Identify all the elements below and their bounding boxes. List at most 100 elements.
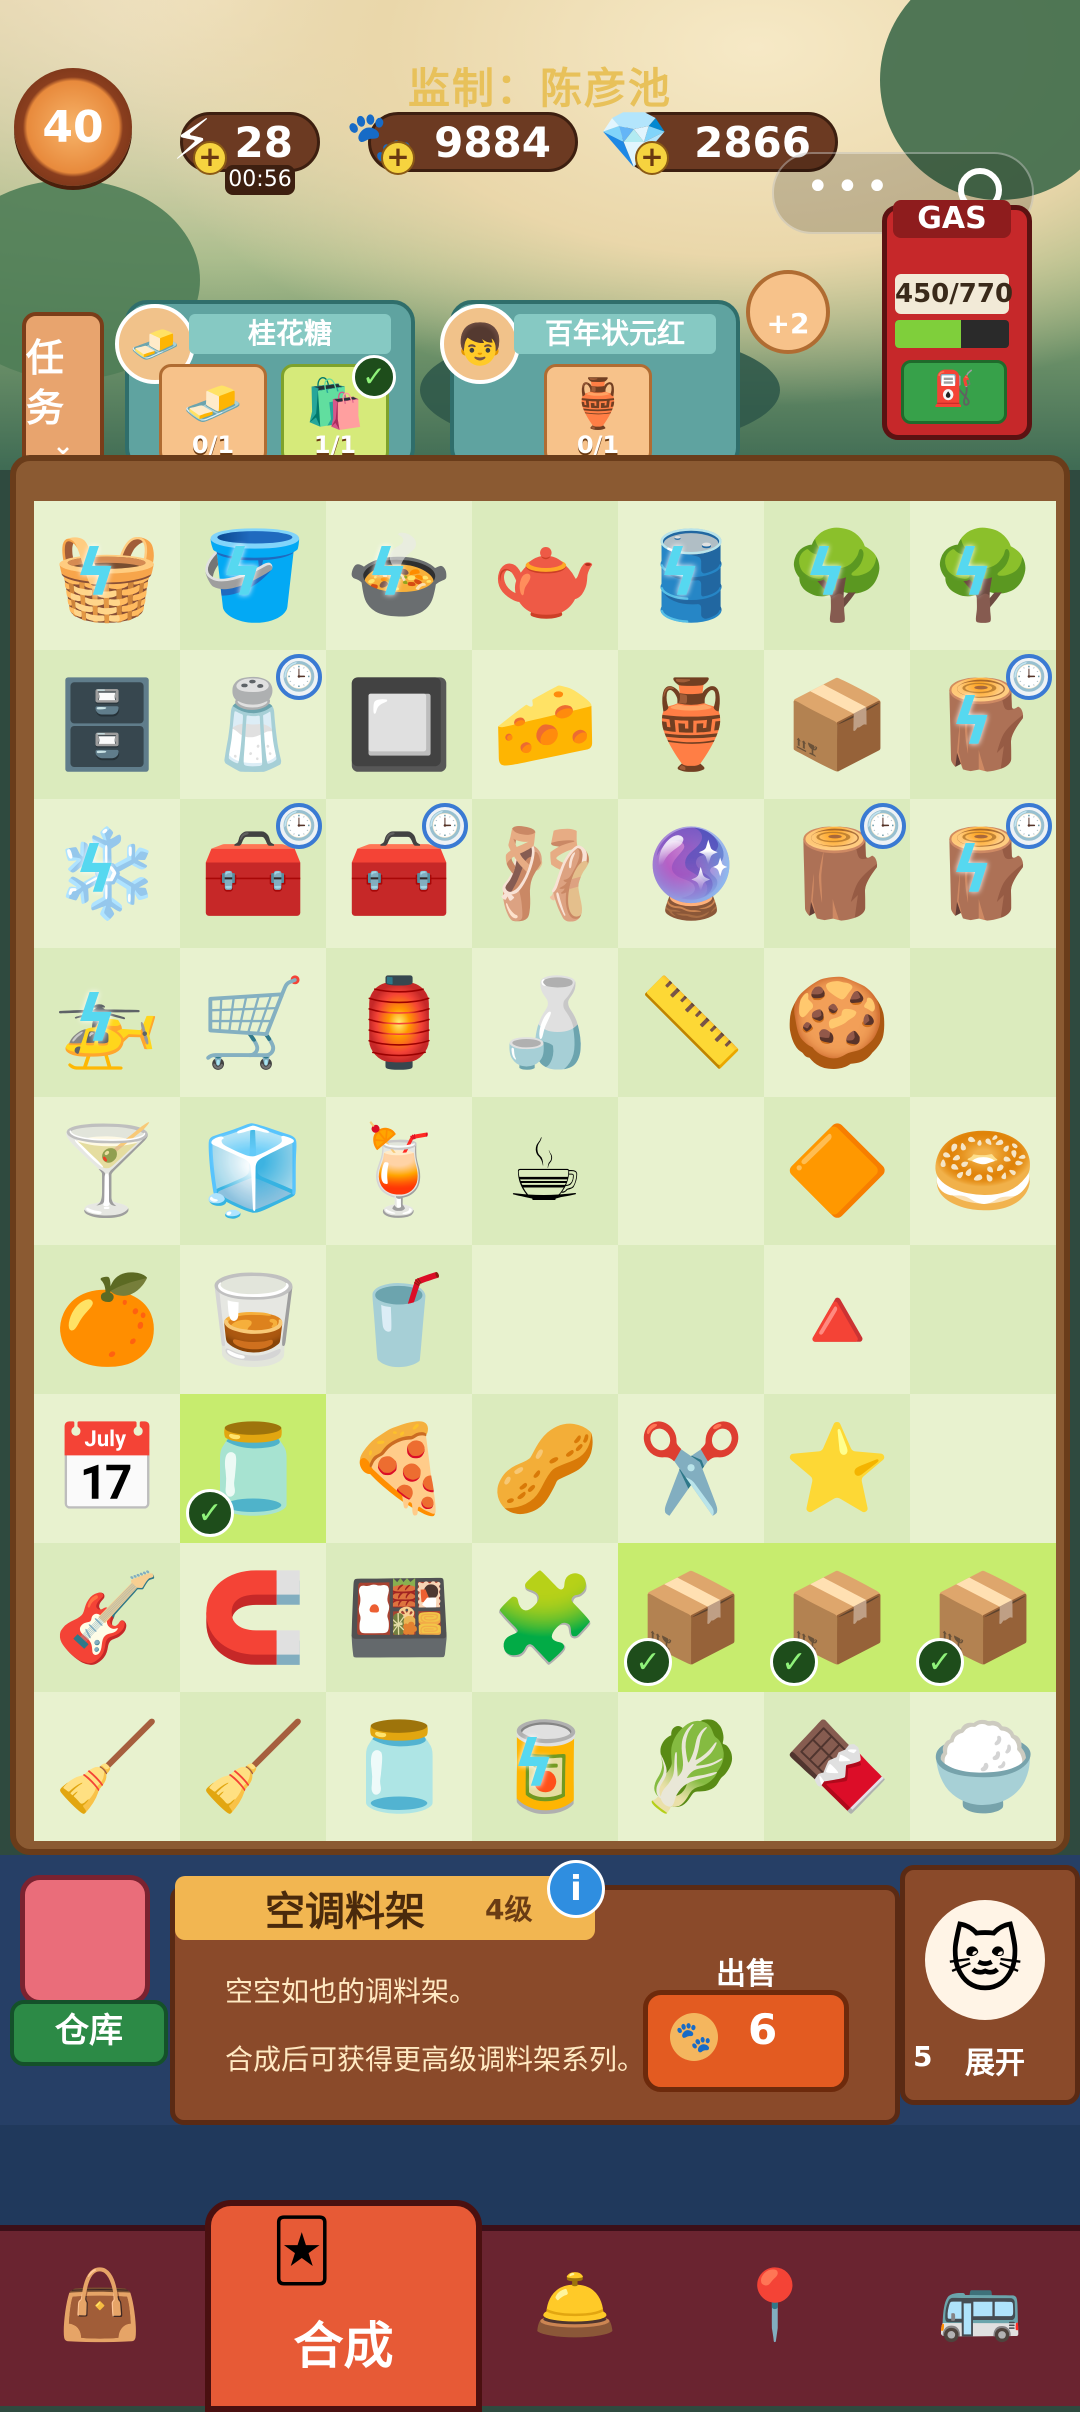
board-cell[interactable]: 🚁 ϟ (34, 947, 180, 1097)
cat-bag-icon[interactable]: 👜 (40, 2245, 160, 2365)
board-item[interactable]: 🧹 (199, 1716, 306, 1817)
board-cell[interactable] (618, 1097, 764, 1246)
board-item[interactable]: 🏺 (637, 674, 744, 775)
board-cell[interactable]: 🪵 ϟ 🕒 (910, 799, 1056, 948)
board-cell[interactable]: ❄️ ϟ (34, 799, 180, 948)
board-item[interactable]: 🎸 (53, 1567, 160, 1668)
board-item[interactable]: 🫖 (491, 525, 598, 626)
board-cell[interactable]: 🍪 (764, 948, 910, 1097)
board-item[interactable]: 🫙 (345, 1716, 452, 1817)
order-slot[interactable]: 🏺 0/1 (544, 364, 652, 464)
board-item[interactable]: 🥃 (199, 1269, 306, 1370)
board-cell[interactable]: 🥫 ϟ (472, 1692, 618, 1841)
lucky-cat-panel[interactable]: 🐱 5 展开 (900, 1865, 1080, 2105)
board-cell[interactable]: 🏮 (326, 947, 472, 1097)
board-item[interactable]: 🔺 (783, 1269, 890, 1370)
board-item[interactable]: 🧹 (53, 1716, 160, 1817)
board-cell[interactable]: 🥬 (618, 1692, 764, 1841)
board-cell[interactable]: ⭐ (764, 1394, 910, 1544)
board-cell[interactable]: 📅 (34, 1394, 180, 1543)
board-cell[interactable]: 🍹 (326, 1097, 472, 1246)
board-cell[interactable] (910, 1245, 1056, 1395)
board-item[interactable]: 🔲 (345, 674, 452, 775)
board-cell[interactable] (910, 1394, 1056, 1543)
board-item[interactable]: 🥬 (637, 1716, 744, 1817)
service-bell-icon[interactable]: 🛎️ (515, 2245, 635, 2365)
board-item[interactable]: 🥤 (345, 1269, 452, 1370)
order-slot[interactable]: 🧈 0/1 (159, 364, 267, 464)
board-cell[interactable]: 🧀 (472, 650, 618, 799)
nav-tab-merge[interactable]: 🃏 合成 (205, 2200, 482, 2412)
more-icon[interactable]: ••• (806, 164, 895, 210)
board-cell[interactable]: 🍶 (472, 948, 618, 1097)
board-cell[interactable] (910, 947, 1056, 1097)
board-item[interactable]: 🥜 (491, 1418, 598, 1519)
board-item[interactable]: 🧩 (491, 1567, 598, 1668)
info-icon[interactable]: i (547, 1860, 605, 1918)
board-item[interactable]: 🧲 (199, 1567, 306, 1668)
board-cell[interactable]: 🪣 ϟ (180, 501, 326, 650)
board-cell[interactable]: 🥃 (180, 1245, 326, 1394)
board-cell[interactable]: 🔮 (618, 799, 764, 948)
gas-pump[interactable]: GAS 450/770 ⛽ (882, 200, 1032, 440)
board-cell[interactable]: 🥤 (326, 1245, 472, 1395)
board-item[interactable]: 🔮 (637, 823, 744, 924)
board-item[interactable]: 🍪 (783, 972, 890, 1073)
add-energy-icon[interactable]: + (193, 141, 227, 175)
board-cell[interactable]: 🔲 (326, 649, 472, 799)
board-item[interactable]: ✂️ (637, 1418, 744, 1519)
order-slot[interactable]: 🛍️ 1/1 ✓ (281, 355, 396, 464)
board-item[interactable]: 📏 (637, 972, 744, 1073)
sell-button[interactable]: 出售 🐾 6 (643, 1957, 849, 2092)
board-cell[interactable]: 🛒 (180, 948, 326, 1097)
board-cell[interactable]: 📦 ✓ (910, 1543, 1056, 1693)
bus-icon[interactable]: 🚌 (920, 2245, 1040, 2365)
board-cell[interactable]: 🪵 🕒 (764, 798, 910, 948)
board-cell[interactable]: 🛢️ ϟ (618, 501, 764, 650)
board-cell[interactable]: 🍲 ϟ (326, 501, 472, 650)
board-cell[interactable]: 🥜 (472, 1394, 618, 1544)
board-cell[interactable]: 🧰 🕒 (180, 798, 326, 948)
board-cell[interactable]: 🫙 ✓ (180, 1394, 326, 1544)
board-cell[interactable]: 🥯 (910, 1097, 1056, 1246)
order-card-2[interactable]: 👦 百年状元红 🏺 0/1 (440, 300, 740, 470)
board-cell[interactable]: 🎸 (34, 1543, 180, 1693)
board-cell[interactable]: 🌳 ϟ (910, 501, 1056, 650)
board-cell[interactable]: 🪵 ϟ 🕒 (910, 649, 1056, 799)
board-cell[interactable]: 🧰 🕒 (326, 799, 472, 948)
board-cell[interactable] (618, 1245, 764, 1395)
board-item[interactable]: 🧀 (491, 674, 598, 775)
board-cell[interactable]: 📦 ✓ (618, 1543, 764, 1693)
board-cell[interactable]: 🧹 (180, 1692, 326, 1841)
board-cell[interactable]: 📦 (764, 650, 910, 799)
board-item[interactable]: 🗄️ (53, 674, 160, 775)
board-item[interactable]: 🍚 (929, 1716, 1036, 1817)
board-cell[interactable]: 🧊 (180, 1096, 326, 1246)
order-card-1[interactable]: 🧈 桂花糖 🧈 0/1 🛍️ 1/1 ✓ (115, 300, 415, 470)
board-cell[interactable]: 🌳 ϟ (764, 501, 910, 650)
board-cell[interactable]: 🧲 (180, 1543, 326, 1692)
coin-counter[interactable]: 🐾 + 9884 (345, 108, 578, 175)
board-item[interactable]: 🍫 (783, 1716, 890, 1817)
board-item[interactable]: 📦 (783, 674, 890, 775)
board-cell[interactable]: 🧂 🕒 (180, 650, 326, 799)
board-item[interactable]: 🍱 (345, 1567, 452, 1668)
board-item[interactable]: 🍕 (345, 1418, 452, 1519)
board-cell[interactable]: 🍫 (764, 1692, 910, 1841)
board-cell[interactable] (472, 1245, 618, 1394)
board-cell[interactable]: 🫖 (472, 501, 618, 650)
board-cell[interactable]: 🩰 (472, 798, 618, 948)
board-item[interactable]: 🍶 (491, 972, 598, 1073)
add-gem-icon[interactable]: + (635, 141, 669, 175)
board-item[interactable]: 🔶 (783, 1120, 890, 1221)
add-coin-icon[interactable]: + (381, 141, 415, 175)
board-cell[interactable]: 🫙 (326, 1692, 472, 1841)
fuel-can-icon[interactable]: ⛽ (901, 360, 1007, 424)
board-item[interactable]: ☕ (506, 1121, 583, 1221)
board-cell[interactable]: 🗄️ (34, 649, 180, 799)
player-level-badge[interactable]: 40 (14, 68, 132, 186)
board-item[interactable]: 🍸 (53, 1120, 160, 1221)
order-bonus[interactable]: +2 (746, 270, 830, 354)
board-cell[interactable]: 🍸 (34, 1097, 180, 1246)
board-item[interactable]: 🍹 (345, 1120, 452, 1221)
